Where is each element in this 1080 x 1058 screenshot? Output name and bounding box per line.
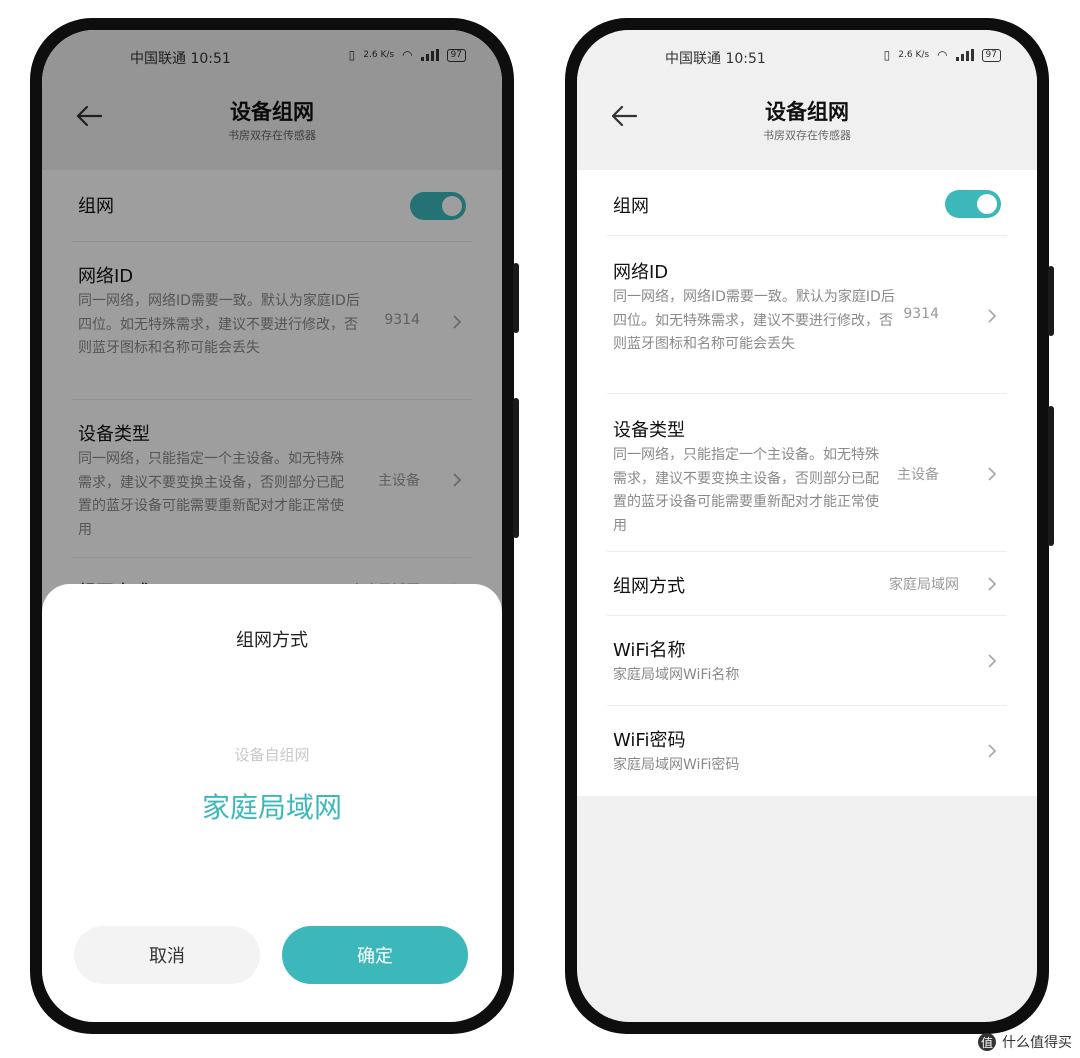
chevron-right-icon — [988, 309, 997, 323]
phone-left: 中国联通 10:51 ▯ 2.6 K/s ◠ 97 设备组网 书房双存在传感器 … — [30, 18, 519, 1034]
dialog-title: 组网方式 — [236, 630, 308, 651]
screen: 中国联通 10:51 ▯ 2.6 K/s ◠ 97 设备组网 书房双存在传感器 … — [577, 30, 1037, 1022]
network-id-row[interactable]: 网络ID 同一网络，网络ID需要一致。默认为家庭ID后四位。如无特殊需求，建议不… — [607, 236, 1007, 394]
device-type-title: 设备类型 — [613, 420, 685, 441]
page-subtitle: 书房双存在传感器 — [763, 129, 851, 142]
network-mode-value: 家庭局域网 — [889, 577, 959, 593]
network-mode-row[interactable]: 组网方式 家庭局域网 — [607, 552, 1007, 616]
networking-row: 组网 — [607, 170, 1007, 236]
chevron-right-icon — [988, 654, 997, 668]
watermark-logo-icon: 值 — [978, 1033, 996, 1051]
wifi-name-title: WiFi名称 — [613, 640, 686, 661]
wifi-icon: ◠ — [937, 48, 948, 62]
screen: 中国联通 10:51 ▯ 2.6 K/s ◠ 97 设备组网 书房双存在传感器 … — [42, 30, 502, 1022]
signal-icon — [955, 49, 974, 61]
device-type-value: 主设备 — [897, 467, 939, 483]
toggle-knob — [977, 194, 997, 214]
chevron-right-icon — [988, 744, 997, 758]
wifi-password-title: WiFi密码 — [613, 730, 686, 751]
chevron-right-icon — [988, 577, 997, 591]
wifi-name-row[interactable]: WiFi名称 家庭局域网WiFi名称 — [607, 616, 1007, 706]
confirm-button[interactable]: 确定 — [282, 926, 468, 984]
network-id-value: 9314 — [903, 306, 939, 322]
volume-button — [513, 263, 519, 333]
watermark: 值 什么值得买 — [978, 1032, 1072, 1052]
chevron-right-icon — [988, 467, 997, 481]
watermark-text: 什么值得买 — [1002, 1035, 1072, 1051]
status-bar: 中国联通 10:51 ▯ 2.6 K/s ◠ 97 — [577, 48, 1037, 68]
device-type-row[interactable]: 设备类型 同一网络，只能指定一个主设备。如无特殊需求，建议不要变换主设备，否则部… — [607, 394, 1007, 552]
network-speed: 2.6 K/s — [898, 50, 930, 60]
page-title: 设备组网 — [765, 100, 849, 124]
wifi-password-desc: 家庭局域网WiFi密码 — [613, 757, 740, 773]
power-button — [1048, 406, 1054, 546]
app-header: 中国联通 10:51 ▯ 2.6 K/s ◠ 97 设备组网 书房双存在传感器 — [577, 30, 1037, 170]
picker-option[interactable]: 设备自组网 — [42, 744, 502, 765]
network-id-desc: 同一网络，网络ID需要一致。默认为家庭ID后四位。如无特殊需求，建议不要进行修改… — [613, 289, 895, 352]
battery-icon: 97 — [981, 48, 1001, 62]
volume-button — [1048, 266, 1054, 336]
phone-right: 中国联通 10:51 ▯ 2.6 K/s ◠ 97 设备组网 书房双存在传感器 … — [565, 18, 1054, 1034]
device-type-desc: 同一网络，只能指定一个主设备。如无特殊需求，建议不要变换主设备，否则部分已配置的… — [613, 447, 879, 534]
cancel-button[interactable]: 取消 — [74, 926, 260, 984]
network-mode-title: 组网方式 — [613, 576, 685, 597]
vibrate-icon: ▯ — [883, 48, 891, 62]
network-mode-dialog: 组网方式 设备自组网 家庭局域网 取消 确定 — [42, 584, 502, 1022]
power-button — [513, 398, 519, 538]
picker-option-selected[interactable]: 家庭局域网 — [42, 786, 502, 826]
networking-toggle[interactable] — [945, 190, 1001, 218]
networking-label: 组网 — [613, 196, 649, 217]
status-carrier-time: 中国联通 10:51 — [665, 51, 766, 67]
status-icons: ▯ 2.6 K/s ◠ 97 — [884, 48, 1001, 62]
wifi-name-desc: 家庭局域网WiFi名称 — [613, 667, 740, 683]
network-id-title: 网络ID — [613, 262, 669, 283]
wifi-password-row[interactable]: WiFi密码 家庭局域网WiFi密码 — [607, 706, 1007, 796]
settings-list: 组网 网络ID 同一网络，网络ID需要一致。默认为家庭ID后四位。如无特殊需求，… — [577, 170, 1037, 796]
